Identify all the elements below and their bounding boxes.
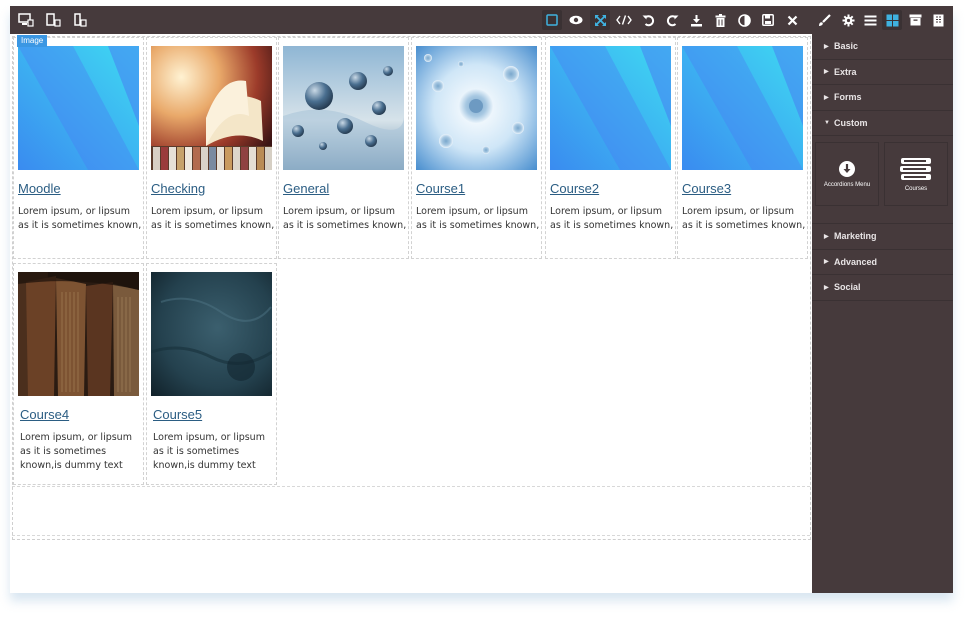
category-marketing[interactable]: ▶ Marketing [812, 224, 953, 250]
course-card[interactable]: General Lorem ipsum, or lipsum as it is … [278, 37, 409, 259]
card-description: Lorem ipsum, or lipsum as it is sometime… [416, 206, 540, 231]
card-description: Lorem ipsum, or lipsum as it is sometime… [283, 206, 407, 231]
custom-blocks-grid: Accordions Menu Courses [812, 136, 953, 224]
course-card[interactable]: Course2 Lorem ipsum, or lipsum as it is … [545, 37, 676, 259]
caret-right-icon: ▶ [824, 43, 829, 50]
import-icon[interactable] [686, 10, 706, 30]
card-title[interactable]: Checking [151, 181, 205, 196]
caret-right-icon: ▶ [824, 259, 829, 266]
card-description: Lorem ipsum, or lipsum as it is sometime… [151, 206, 275, 231]
card-title[interactable]: Moodle [18, 181, 61, 196]
save-icon[interactable] [758, 10, 778, 30]
card-image[interactable] [283, 46, 404, 170]
close-icon[interactable] [782, 10, 802, 30]
category-label: Forms [834, 92, 862, 103]
card-image[interactable] [550, 46, 671, 170]
undo-icon[interactable] [638, 10, 658, 30]
archive-icon[interactable] [905, 10, 925, 30]
layers-icon[interactable] [860, 10, 880, 30]
books-stack-icon [900, 157, 931, 180]
category-label: Advanced [834, 256, 878, 267]
block-courses[interactable]: Courses [884, 142, 948, 206]
card-image[interactable] [18, 272, 139, 396]
card-description: Lorem ipsum, or lipsum as it is sometime… [153, 432, 265, 471]
editor-canvas[interactable]: Image Moodle Lorem ipsum, or lipsum as i… [10, 34, 812, 593]
code-icon[interactable] [614, 10, 634, 30]
course-card[interactable]: Course4 Lorem ipsum, or lipsum as it is … [13, 263, 144, 485]
pages-icon[interactable] [928, 10, 948, 30]
category-label: Marketing [834, 231, 877, 242]
category-label: Extra [834, 66, 857, 77]
category-forms[interactable]: ▶ Forms [812, 85, 953, 111]
caret-right-icon: ▶ [824, 94, 829, 101]
category-label: Social [834, 282, 861, 293]
desktop-icon[interactable] [16, 10, 36, 30]
course-card[interactable]: Moodle Lorem ipsum, or lipsum as it is s… [13, 37, 144, 259]
brush-icon[interactable] [814, 10, 834, 30]
top-toolbar [10, 6, 953, 34]
caret-down-icon: ▼ [824, 119, 830, 126]
card-title[interactable]: General [283, 181, 329, 196]
redo-icon[interactable] [662, 10, 682, 30]
category-extra[interactable]: ▶ Extra [812, 60, 953, 85]
card-description: Lorem ipsum, or lipsum as it is sometime… [550, 206, 674, 231]
category-social[interactable]: ▶ Social [812, 275, 953, 301]
category-custom[interactable]: ▼ Custom [812, 111, 953, 136]
blocks-icon[interactable] [882, 10, 902, 30]
card-description: Lorem ipsum, or lipsum as it is sometime… [18, 206, 142, 231]
card-image[interactable] [416, 46, 537, 170]
card-title[interactable]: Course3 [682, 181, 731, 196]
course-card[interactable]: Course3 Lorem ipsum, or lipsum as it is … [677, 37, 808, 259]
card-image[interactable] [151, 272, 272, 396]
trash-icon[interactable] [710, 10, 730, 30]
caret-right-icon: ▶ [824, 69, 829, 76]
category-advanced[interactable]: ▶ Advanced [812, 250, 953, 275]
caret-right-icon: ▶ [824, 284, 829, 291]
preview-eye-icon[interactable] [566, 10, 586, 30]
gear-icon[interactable] [838, 10, 858, 30]
category-basic[interactable]: ▶ Basic [812, 34, 953, 60]
block-accordions-menu[interactable]: Accordions Menu [815, 142, 879, 206]
card-image[interactable] [151, 46, 272, 170]
caret-right-icon: ▶ [824, 233, 829, 240]
editor-window: Image Moodle Lorem ipsum, or lipsum as i… [10, 6, 953, 593]
course-card[interactable]: Course1 Lorem ipsum, or lipsum as it is … [411, 37, 542, 259]
category-label: Basic [834, 41, 859, 52]
card-title[interactable]: Course4 [20, 407, 69, 422]
tablet-icon[interactable] [43, 10, 63, 30]
card-title[interactable]: Course5 [153, 407, 202, 422]
card-title[interactable]: Course1 [416, 181, 465, 196]
category-label: Custom [834, 117, 868, 128]
fullscreen-icon[interactable] [590, 10, 610, 30]
course-card[interactable]: Checking Lorem ipsum, or lipsum as it is… [146, 37, 277, 259]
contrast-icon[interactable] [734, 10, 754, 30]
card-description: Lorem ipsum, or lipsum as it is sometime… [20, 432, 132, 471]
mobile-icon[interactable] [70, 10, 90, 30]
row-divider [12, 535, 810, 536]
course-card[interactable]: Course5 Lorem ipsum, or lipsum as it is … [146, 263, 277, 485]
arrow-circle-down-icon [839, 160, 855, 177]
blocks-panel: ▶ Basic ▶ Extra ▶ Forms ▼ Custom Accordions … [812, 34, 953, 593]
card-image[interactable] [18, 46, 139, 170]
block-label: Courses [904, 185, 928, 192]
card-description: Lorem ipsum, or lipsum as it is sometime… [682, 206, 806, 231]
selected-component-badge: Image [17, 35, 48, 47]
card-image[interactable] [682, 46, 803, 170]
card-title[interactable]: Course2 [550, 181, 599, 196]
block-label: Accordions Menu [823, 181, 871, 188]
sw-visibility-icon[interactable] [542, 10, 562, 30]
row-divider [12, 486, 810, 487]
